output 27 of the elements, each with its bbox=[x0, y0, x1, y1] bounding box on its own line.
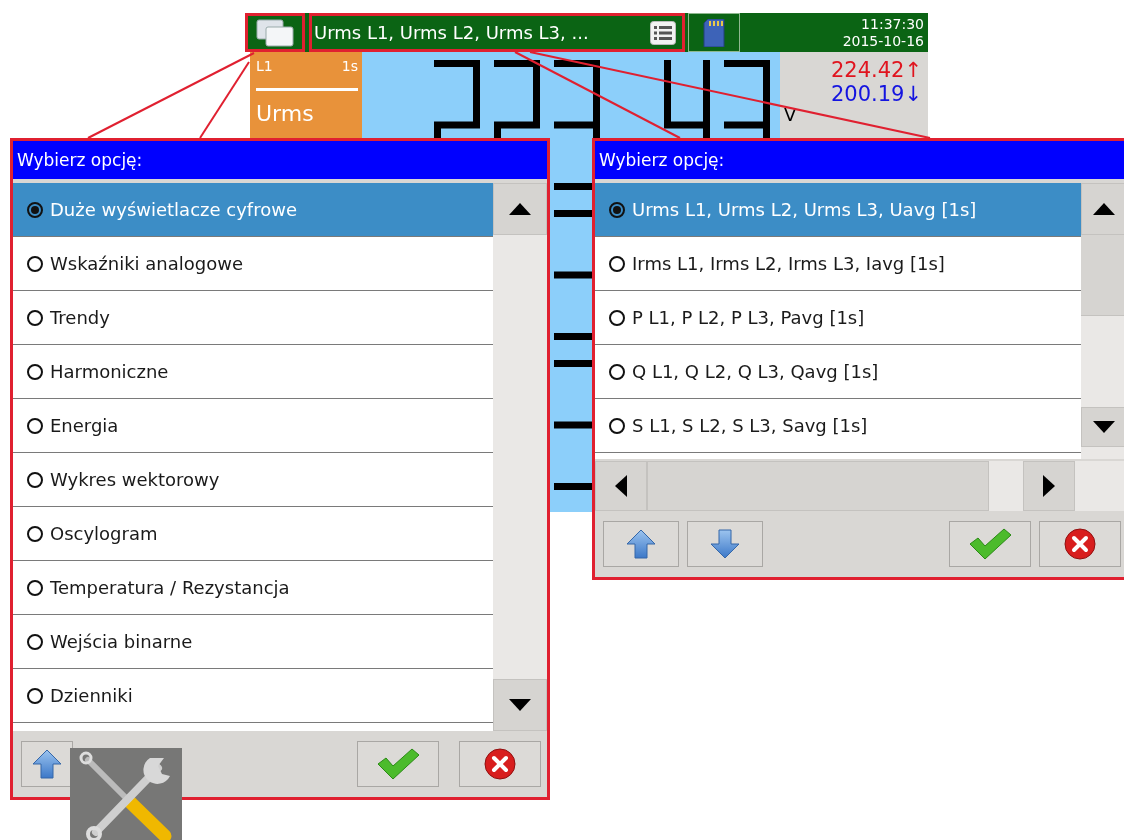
quantity-label: Urms bbox=[256, 101, 314, 126]
option-label: Temperatura / Rezystancja bbox=[50, 577, 290, 598]
clock-date: 2015-10-16 bbox=[842, 32, 924, 50]
phase-label: L1 bbox=[256, 58, 273, 74]
option-label: Duże wyświetlacze cyfrowe bbox=[50, 199, 297, 220]
dialog-title: Wybierz opcję: bbox=[595, 141, 1124, 179]
min-value: 200.19↓ bbox=[830, 82, 922, 106]
option-label: Trendy bbox=[50, 307, 110, 328]
dialog-title: Wybierz opcję: bbox=[13, 141, 547, 179]
option-label: Energia bbox=[50, 415, 119, 436]
interval-label: 1s bbox=[341, 58, 358, 74]
option-label: Wejścia binarne bbox=[50, 631, 193, 652]
option-label: Urms L1, Urms L2, Urms L3, Uavg [1s] bbox=[632, 199, 977, 220]
option-label: Wskaźniki analogowe bbox=[50, 253, 244, 274]
option-label: Dzienniki bbox=[50, 685, 133, 706]
option-label: Wykres wektorowy bbox=[50, 469, 220, 490]
option-label: Irms L1, Irms L2, Irms L3, Iavg [1s] bbox=[632, 253, 945, 274]
option-label: Q L1, Q L2, Q L3, Qavg [1s] bbox=[632, 361, 879, 382]
option-row[interactable]: Duże wyświetlacze cyfrowe bbox=[13, 183, 493, 237]
option-row[interactable]: Urms L1, Urms L2, Urms L3, Uavg [1s] bbox=[595, 183, 1081, 237]
option-label: Harmoniczne bbox=[50, 361, 169, 382]
option-label: S L1, S L2, S L3, Savg [1s] bbox=[632, 415, 868, 436]
view-selector-button[interactable]: Urms L1, Urms L2, Urms L3, ... bbox=[309, 13, 685, 52]
max-value: 224.42↑ bbox=[830, 58, 922, 82]
option-label: Oscylogram bbox=[50, 523, 158, 544]
option-label: P L1, P L2, P L3, Pavg [1s] bbox=[632, 307, 865, 328]
clock-time: 11:37:30 bbox=[861, 15, 924, 33]
